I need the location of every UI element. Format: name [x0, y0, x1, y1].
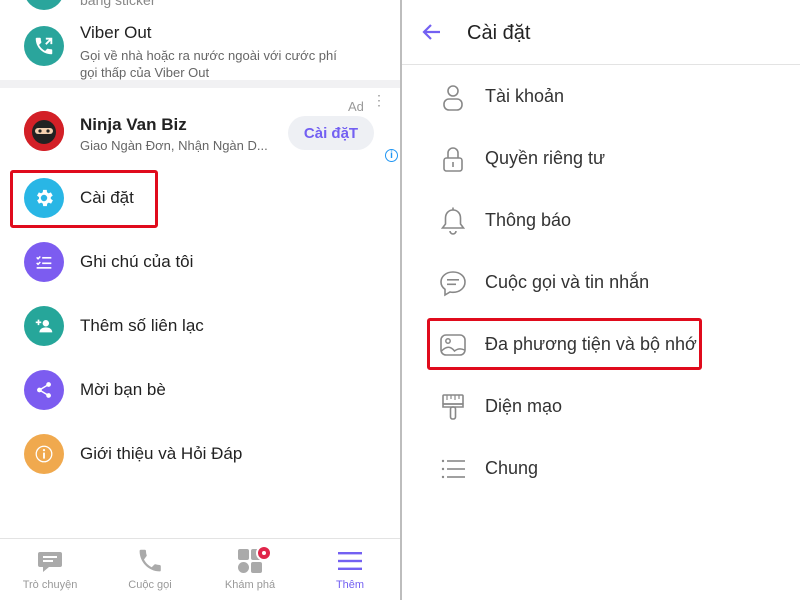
menu-icon [338, 552, 362, 570]
nav-label: Khám phá [224, 579, 276, 591]
settings-panel: Cài đặt Tài khoản Quyền riêng tư Thông b… [402, 0, 800, 600]
settings-item-general[interactable]: Chung [402, 444, 800, 492]
more-panel: bằng sticker Viber Out Gọi về nhà hoặc r… [0, 0, 400, 600]
settings-item-label: Tài khoản [485, 86, 565, 106]
settings-item-calls-messages[interactable]: Cuộc gọi và tin nhắn [402, 258, 800, 306]
info-icon [24, 434, 64, 474]
settings-item-account[interactable]: Tài khoản [402, 72, 800, 120]
ninja-van-logo-icon [24, 111, 64, 151]
share-icon [24, 370, 64, 410]
nav-tab-calls[interactable]: Cuộc gọi [100, 539, 200, 600]
sticker-partial-text: bằng sticker [80, 0, 156, 8]
page-title: Cài đặt [467, 22, 531, 44]
nav-label: Trò chuyện [22, 579, 78, 591]
phone-icon [139, 549, 161, 572]
account-icon [443, 85, 463, 111]
ad-info-icon[interactable]: i [385, 149, 398, 162]
settings-item-label: Diện mạo [485, 396, 563, 416]
ad-subtitle: Giao Ngàn Đơn, Nhận Ngàn D... [80, 138, 268, 153]
ad-more-icon[interactable]: ⋮ [372, 93, 386, 107]
settings-item-label: Cuộc gọi và tin nhắn [485, 272, 650, 292]
nav-label: Thêm [335, 579, 365, 591]
checklist-icon [24, 242, 64, 282]
settings-item-privacy[interactable]: Quyền riêng tư [402, 134, 800, 182]
settings-header: Cài đặt [402, 0, 800, 65]
menu-item-invite[interactable]: Mời bạn bè [0, 358, 400, 422]
settings-item-label: Thông báo [485, 210, 572, 230]
notification-badge [256, 545, 272, 561]
viber-out-row[interactable]: Viber Out Gọi về nhà hoặc ra nước ngoài … [0, 16, 400, 80]
back-arrow-icon[interactable] [420, 20, 444, 44]
bottom-nav: Trò chuyện Cuộc gọi Khám phá Thêm [0, 538, 400, 600]
viber-out-phone-icon [24, 26, 64, 66]
highlight-box-settings [10, 170, 158, 228]
settings-item-appearance[interactable]: Diện mạo [402, 382, 800, 430]
highlight-box-media [427, 318, 702, 370]
ad-install-button[interactable]: Cài đặT [288, 116, 374, 150]
add-contact-icon [24, 306, 64, 346]
message-icon [440, 271, 466, 297]
menu-item-label: Ghi chú của tôi [80, 252, 194, 271]
list-icon [441, 459, 465, 479]
ad-title: Ninja Van Biz [80, 115, 187, 134]
sticker-icon [24, 0, 64, 10]
lock-icon [443, 147, 463, 172]
settings-item-notifications[interactable]: Thông báo [402, 196, 800, 244]
settings-item-label: Chung [485, 458, 539, 478]
brush-icon [442, 394, 464, 420]
menu-item-label: Giới thiệu và Hỏi Đáp [80, 444, 243, 463]
bell-icon [440, 207, 466, 235]
menu-item-label: Mời bạn bè [80, 380, 166, 399]
nav-label: Cuộc gọi [128, 579, 172, 591]
menu-item-about[interactable]: Giới thiệu và Hỏi Đáp [0, 422, 400, 486]
nav-tab-more[interactable]: Thêm [300, 539, 400, 600]
viber-out-desc-1: Gọi về nhà hoặc ra nước ngoài với cước p… [80, 48, 337, 63]
ad-label: Ad [348, 99, 364, 114]
menu-item-add-contact[interactable]: Thêm số liên lạc [0, 294, 400, 358]
settings-item-label: Quyền riêng tư [485, 148, 606, 168]
nav-tab-explore[interactable]: Khám phá [200, 539, 300, 600]
section-divider [0, 80, 400, 88]
menu-item-notes[interactable]: Ghi chú của tôi [0, 230, 400, 294]
chat-icon [38, 552, 62, 572]
viber-out-desc-2: gọi thấp của Viber Out [80, 65, 210, 80]
nav-tab-chats[interactable]: Trò chuyện [0, 539, 100, 600]
viber-out-title: Viber Out [80, 23, 152, 42]
menu-item-label: Thêm số liên lạc [80, 316, 204, 335]
